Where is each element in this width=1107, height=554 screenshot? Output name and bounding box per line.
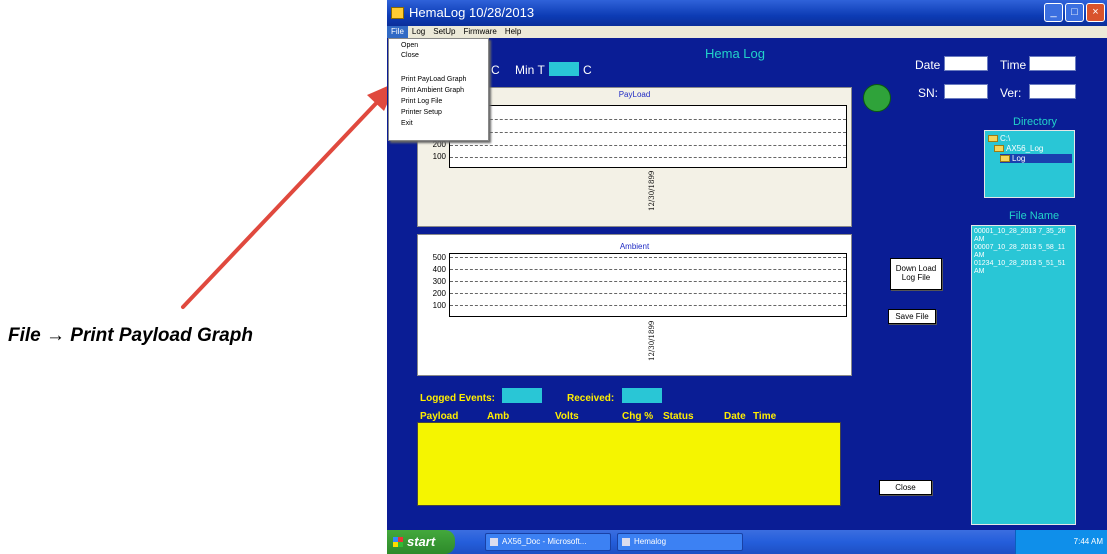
ambient-gridline — [450, 281, 846, 282]
column-header-date: Date — [724, 411, 746, 422]
menu-item-print-log-file[interactable]: Print Log File — [401, 98, 442, 105]
payload-plot-area — [449, 105, 847, 168]
word-document-icon — [490, 538, 498, 546]
ambient-y-tick: 300 — [432, 277, 446, 286]
log-events-list[interactable] — [417, 422, 841, 506]
ambient-y-tick: 400 — [432, 265, 446, 274]
menu-log[interactable]: Log — [408, 26, 429, 38]
menu-firmware[interactable]: Firmware — [459, 26, 500, 38]
app-title: Hema Log — [705, 46, 765, 61]
taskbar: start AX56_Doc - Microsoft... Hemalog 7:… — [387, 530, 1107, 554]
menu-bar: File Log SetUp Firmware Help — [387, 26, 1107, 38]
clock: 7:44 AM — [1073, 537, 1103, 546]
payload-y-tick: 200 — [432, 140, 446, 149]
file-dropdown-menu: Open Close Print PayLoad Graph Print Amb… — [388, 38, 489, 141]
folder-icon — [994, 145, 1004, 152]
ambient-y-tick: 100 — [432, 301, 446, 310]
file-list-item[interactable]: 00001_10_28_2013 7_35_26 AM — [974, 228, 1073, 244]
ambient-chart-title: Ambient — [619, 242, 650, 251]
ambient-gridline — [450, 269, 846, 270]
received-field[interactable] — [622, 388, 662, 403]
ambient-gridline — [450, 257, 846, 258]
hemalog-window: HemaLog 10/28/2013 _ □ × File Log SetUp Fir… — [387, 0, 1107, 554]
menu-item-open[interactable]: Open — [401, 42, 418, 49]
min-t-unit: C — [583, 63, 592, 77]
start-button[interactable]: start — [387, 530, 455, 554]
directory-item-ax56[interactable]: AX56_Log — [994, 144, 1043, 153]
payload-y-tick: 100 — [432, 152, 446, 161]
date-field[interactable] — [944, 56, 988, 71]
title-bar[interactable]: HemaLog 10/28/2013 _ □ × — [387, 0, 1107, 26]
file-list-item[interactable]: 01234_10_28_2013 5_51_51 AM — [974, 260, 1073, 276]
client-area: Hema Log C Min T C Date Time SN: Ver: Pa… — [387, 38, 1107, 530]
directory-tree[interactable]: C:\ AX56_Log Log — [984, 130, 1075, 198]
column-header-volts: Volts — [555, 411, 579, 422]
folder-icon — [988, 135, 998, 142]
date-label: Date — [915, 58, 941, 72]
ambient-gridline — [450, 305, 846, 306]
file-list[interactable]: 00001_10_28_2013 7_35_26 AM 00007_10_28_… — [971, 225, 1076, 525]
sn-field[interactable] — [944, 84, 988, 99]
menu-item-print-payload-graph[interactable]: Print PayLoad Graph — [401, 76, 466, 83]
status-led — [863, 84, 891, 112]
menu-file[interactable]: File — [387, 26, 408, 38]
menu-item-close[interactable]: Close — [401, 52, 419, 59]
ambient-plot-area — [449, 253, 847, 317]
menu-item-exit[interactable]: Exit — [401, 120, 413, 127]
directory-item-log[interactable]: Log — [1000, 154, 1072, 163]
max-t-unit: C — [491, 63, 500, 77]
logged-events-field[interactable] — [502, 388, 542, 403]
menu-help[interactable]: Help — [501, 26, 525, 38]
directory-title: Directory — [1013, 116, 1058, 128]
file-list-item[interactable]: 00007_10_28_2013 5_58_11 AM — [974, 244, 1073, 260]
taskbar-item-word[interactable]: AX56_Doc - Microsoft... — [485, 533, 611, 551]
taskbar-item-hemalog[interactable]: Hemalog — [617, 533, 743, 551]
ambient-x-date: 12/30/1899 — [648, 320, 656, 361]
menu-item-print-ambient-graph[interactable]: Print Ambient Graph — [401, 87, 464, 94]
minimize-button[interactable]: _ — [1044, 3, 1063, 22]
window-title: HemaLog 10/28/2013 — [409, 5, 535, 20]
directory-item-root[interactable]: C:\ — [988, 134, 1010, 143]
save-file-button[interactable]: Save File — [888, 309, 936, 324]
system-tray: 7:44 AM — [1015, 530, 1107, 554]
maximize-button[interactable]: □ — [1065, 3, 1084, 22]
min-t-label: Min T — [515, 63, 545, 77]
column-header-status: Status — [663, 411, 694, 422]
min-t-field[interactable] — [549, 62, 579, 76]
column-header-time: Time — [753, 411, 777, 422]
time-field[interactable] — [1029, 56, 1076, 71]
logged-events-label: Logged Events: — [420, 393, 496, 404]
folder-open-icon — [1000, 155, 1010, 162]
ambient-chart-panel: Ambient 500 400 300 200 100 12/30/1899 — [417, 234, 852, 376]
column-header-chg: Chg % — [622, 411, 654, 422]
menu-setup[interactable]: SetUp — [429, 26, 459, 38]
ver-label: Ver: — [1000, 86, 1022, 100]
sn-label: SN: — [918, 86, 939, 100]
ambient-y-tick: 200 — [432, 289, 446, 298]
hemalog-app-icon — [622, 538, 630, 546]
app-icon — [391, 7, 404, 19]
windows-flag-icon — [393, 537, 403, 547]
payload-gridline — [450, 119, 846, 120]
file-name-title: File Name — [1009, 210, 1060, 222]
close-window-button[interactable]: × — [1086, 3, 1105, 22]
payload-x-date: 12/30/1899 — [648, 170, 656, 211]
payload-gridline — [450, 145, 846, 146]
payload-gridline — [450, 157, 846, 158]
ver-field[interactable] — [1029, 84, 1076, 99]
payload-gridline — [450, 132, 846, 133]
ambient-gridline — [450, 293, 846, 294]
download-log-button[interactable]: Down Load Log File — [890, 258, 942, 290]
column-header-payload: Payload — [420, 411, 459, 422]
received-label: Received: — [567, 393, 615, 404]
close-button[interactable]: Close — [879, 480, 932, 495]
menu-item-printer-setup[interactable]: Printer Setup — [401, 109, 442, 116]
time-label: Time — [1000, 58, 1027, 72]
ambient-y-tick: 500 — [432, 253, 446, 262]
column-header-amb: Amb — [487, 411, 510, 422]
